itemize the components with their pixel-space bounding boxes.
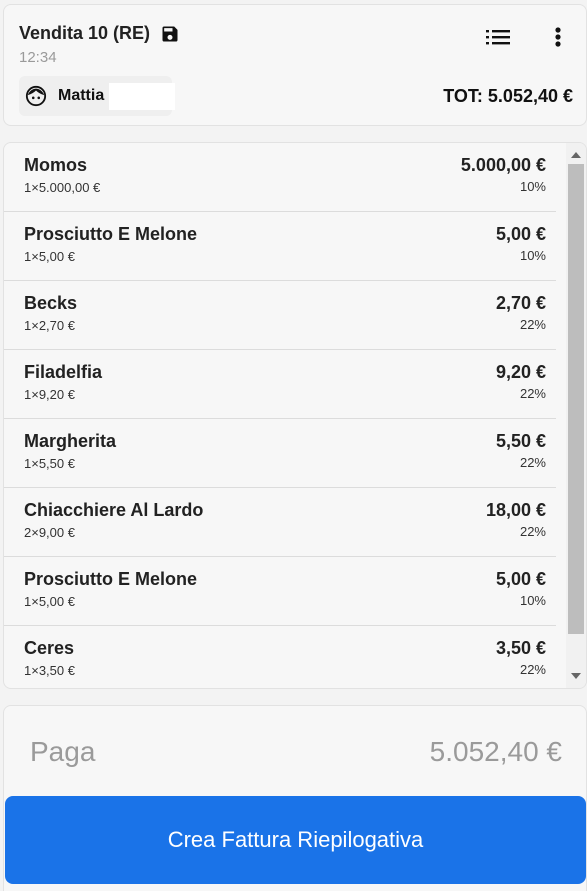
item-qty: 1×5,00 € (24, 249, 75, 264)
item-amount: 5,00 € (495, 224, 546, 244)
item-name: Ceres (24, 638, 75, 658)
item-vat: 22% (519, 662, 546, 677)
item-qty: 1×5.000,00 € (24, 180, 101, 195)
pay-amount: 5.052,40 € (429, 736, 562, 767)
item-vat: 22% (519, 524, 546, 539)
item-amount: 2,70 € (495, 293, 546, 313)
item-qty: 1×5,50 € (24, 456, 75, 471)
items-list: Momos 1×5.000,00 € 5.000,00 € 10% Prosci… (3, 142, 587, 689)
create-summary-invoice-button[interactable]: Crea Fattura Riepilogativa (5, 796, 586, 884)
total-label: TOT: 5.052,40 € (443, 86, 573, 106)
item-name: Filadelfia (24, 362, 103, 382)
more-vert-icon[interactable] (548, 24, 568, 50)
list-item[interactable]: Momos 1×5.000,00 € 5.000,00 € 10% (4, 143, 556, 212)
list-item[interactable]: Filadelfia 1×9,20 € 9,20 € 22% (4, 350, 556, 419)
title-row: Vendita 10 (RE) (19, 23, 180, 44)
pay-label: Paga (30, 736, 96, 767)
list-icon[interactable] (484, 26, 512, 48)
item-qty: 1×3,50 € (24, 663, 75, 678)
list-item[interactable]: Chiacchiere Al Lardo 2×9,00 € 18,00 € 22… (4, 488, 556, 557)
face-icon (25, 85, 47, 107)
item-name: Margherita (24, 431, 117, 451)
list-item[interactable]: Prosciutto E Melone 1×5,00 € 5,00 € 10% (4, 212, 556, 281)
scroll-up-arrow-icon[interactable] (571, 152, 581, 158)
item-qty: 2×9,00 € (24, 525, 75, 540)
item-amount: 5,00 € (495, 569, 546, 589)
item-amount: 5,50 € (495, 431, 546, 451)
item-vat: 22% (519, 455, 546, 470)
item-vat: 22% (519, 317, 546, 332)
sale-title: Vendita 10 (RE) (19, 23, 151, 43)
list-item[interactable]: Becks 1×2,70 € 2,70 € 22% (4, 281, 556, 350)
user-chip[interactable]: Mattia (19, 76, 175, 116)
item-name: Chiacchiere Al Lardo (24, 500, 204, 520)
item-vat: 10% (519, 248, 546, 263)
item-amount: 18,00 € (485, 500, 546, 520)
items-rows: Momos 1×5.000,00 € 5.000,00 € 10% Prosci… (4, 143, 556, 688)
list-item[interactable]: Ceres 1×3,50 € 3,50 € 22% (4, 626, 556, 688)
item-vat: 10% (519, 593, 546, 608)
item-name: Prosciutto E Melone (24, 569, 198, 589)
item-qty: 1×2,70 € (24, 318, 75, 333)
item-qty: 1×5,00 € (24, 594, 75, 609)
item-vat: 10% (519, 179, 546, 194)
scroll-thumb[interactable] (568, 164, 584, 634)
list-item[interactable]: Prosciutto E Melone 1×5,00 € 5,00 € 10% (4, 557, 556, 626)
item-name: Momos (24, 155, 87, 175)
scroll-down-arrow-icon[interactable] (571, 673, 581, 679)
item-name: Prosciutto E Melone (24, 224, 198, 244)
list-item[interactable]: Margherita 1×5,50 € 5,50 € 22% (4, 419, 556, 488)
sale-time: 12:34 (19, 49, 57, 66)
list-scrollbar[interactable] (566, 143, 586, 688)
item-amount: 3,50 € (495, 638, 546, 658)
user-name: Mattia (58, 87, 105, 104)
item-name: Becks (24, 293, 78, 313)
item-qty: 1×9,20 € (24, 387, 75, 402)
item-amount: 9,20 € (495, 362, 546, 382)
item-amount: 5.000,00 € (460, 155, 546, 175)
save-icon[interactable] (160, 24, 180, 44)
redaction-block (109, 83, 175, 110)
item-vat: 22% (519, 386, 546, 401)
sale-header: Vendita 10 (RE) 12:34 Mattia TOT: 5.052,… (3, 4, 587, 126)
